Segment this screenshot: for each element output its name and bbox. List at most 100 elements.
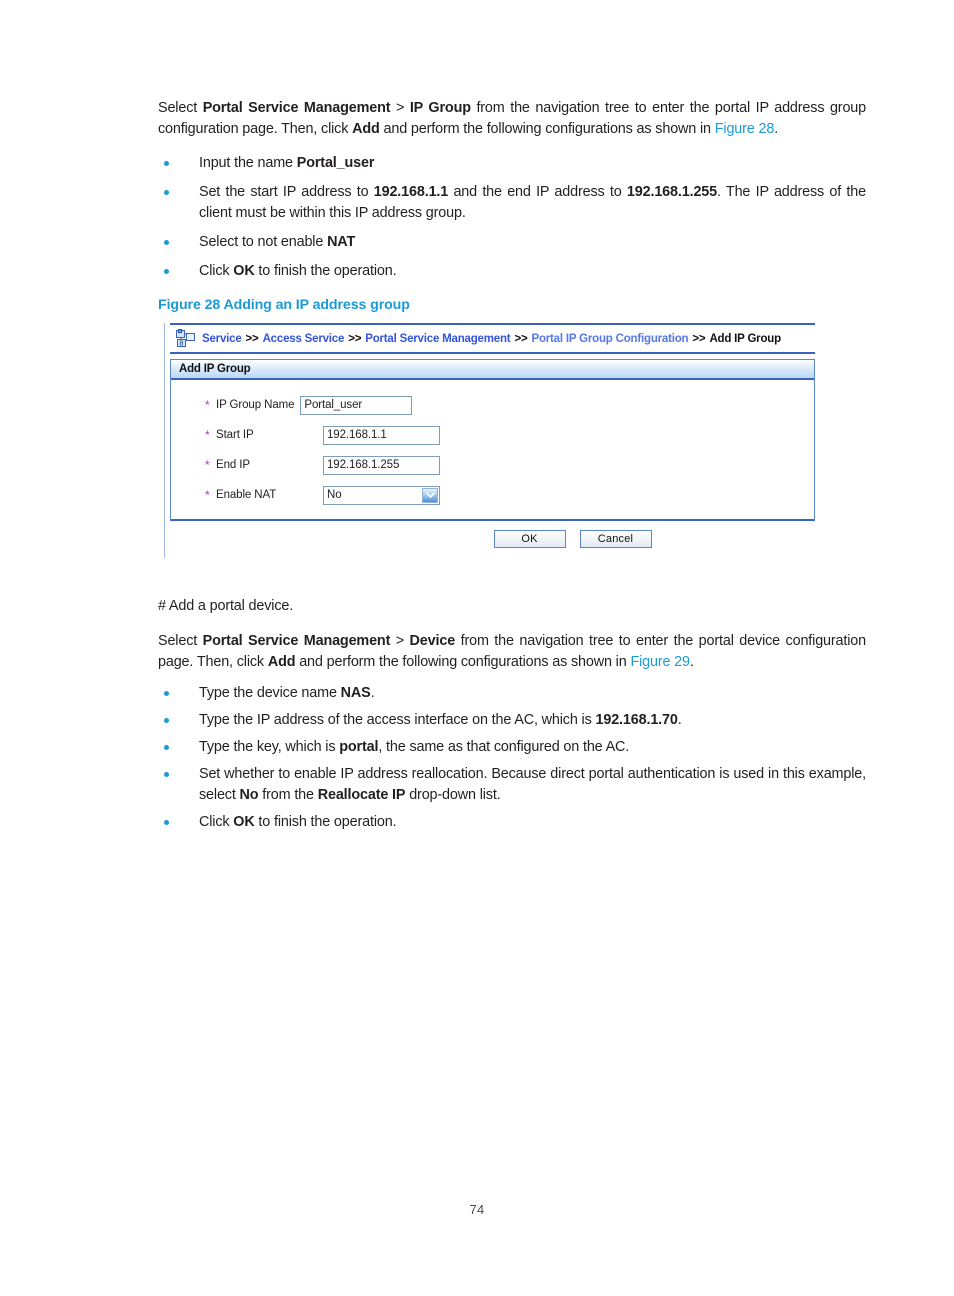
- plain-text: .: [677, 712, 682, 728]
- breadcrumb-text: Service >> Access Service >> Portal Serv…: [202, 333, 781, 345]
- enable-nat-select[interactable]: No: [323, 485, 440, 505]
- bullet-icon: [164, 820, 169, 825]
- required-asterisk: *: [205, 428, 210, 442]
- emphasis-text: Portal_user: [296, 155, 375, 171]
- breadcrumb-item-service[interactable]: Service: [202, 333, 242, 345]
- list-item: Select to not enable NAT: [158, 232, 866, 253]
- field-row-ip-group-name: * IP Group Name: [171, 390, 814, 420]
- chevron-down-icon[interactable]: [422, 487, 438, 503]
- emphasis-text: OK: [233, 814, 255, 830]
- field-label-end-ip: End IP: [216, 459, 250, 471]
- ip-group-name-input[interactable]: [300, 395, 413, 415]
- list-item: Click OK to finish the operation.: [158, 261, 866, 282]
- page-content: Select Portal Service Management > IP Gr…: [158, 98, 866, 833]
- device-gt-1: >: [390, 633, 410, 649]
- list-item: Type the IP address of the access interf…: [158, 710, 866, 731]
- intro-gt-1: >: [390, 100, 410, 116]
- bullet-list-top: Input the name Portal_user Set the start…: [158, 153, 866, 282]
- breadcrumb-item-portal-ip-group-configuration[interactable]: Portal IP Group Configuration: [531, 333, 688, 345]
- panel-title: Add IP Group: [179, 363, 251, 375]
- figure-28-caption: Figure 28 Adding an IP address group: [158, 297, 410, 313]
- bullet-text-b1: Type the IP address of the access interf…: [199, 712, 682, 728]
- figure-28-crossref[interactable]: Figure 28: [715, 121, 775, 137]
- bullet-icon: [164, 269, 169, 274]
- plain-text: Set the start IP address to: [199, 184, 374, 200]
- emphasis-text: OK: [233, 263, 255, 279]
- page-number: 74: [469, 1202, 485, 1217]
- end-ip-input[interactable]: [323, 455, 440, 475]
- bullet-icon: [164, 240, 169, 245]
- figure-left-rule: [164, 323, 165, 558]
- bullet-icon: [164, 745, 169, 750]
- emphasis-text: NAT: [327, 234, 356, 250]
- list-item: Type the key, which is portal, the same …: [158, 737, 866, 758]
- figure-28-image: 8 Service >> Access Service >> Portal Se…: [158, 323, 866, 558]
- figure-29-crossref[interactable]: Figure 29: [630, 654, 690, 670]
- list-item: Input the name Portal_user: [158, 153, 866, 174]
- list-item: Type the device name NAS.: [158, 683, 866, 704]
- device-bold-device: Device: [409, 633, 456, 649]
- list-item: Set the start IP address to 192.168.1.1 …: [158, 182, 866, 224]
- device-period: .: [689, 654, 694, 670]
- required-asterisk: *: [205, 398, 210, 412]
- breadcrumb-item-add-ip-group: Add IP Group: [709, 332, 781, 345]
- emphasis-text: 192.168.1.255: [626, 184, 718, 200]
- plain-text: Type the key, which is: [199, 739, 340, 755]
- emphasis-text: 192.168.1.1: [373, 184, 449, 200]
- cancel-button[interactable]: Cancel: [579, 530, 652, 548]
- emphasis-text: Reallocate IP: [317, 787, 406, 803]
- intro-bold-ip-group: IP Group: [409, 100, 471, 116]
- bullet-list-bottom: Type the device name NAS. Type the IP ad…: [158, 683, 866, 833]
- bullet-icon: [164, 161, 169, 166]
- start-ip-input[interactable]: [323, 425, 440, 445]
- required-asterisk: *: [205, 458, 210, 472]
- add-portal-device-comment: # Add a portal device.: [158, 598, 294, 614]
- list-item: Click OK to finish the operation.: [158, 812, 866, 833]
- device-tail: and perform the following configurations…: [295, 654, 631, 670]
- bullet-text-2: Select to not enable NAT: [199, 234, 355, 250]
- intro-paragraph: Select Portal Service Management > IP Gr…: [158, 98, 866, 140]
- breadcrumb-item-access-service[interactable]: Access Service: [263, 333, 345, 345]
- bullet-text-b0: Type the device name NAS.: [199, 685, 375, 701]
- breadcrumb-item-portal-service-management[interactable]: Portal Service Management: [365, 333, 510, 345]
- bullet-icon: [164, 190, 169, 195]
- required-asterisk: *: [205, 488, 210, 502]
- breadcrumb-separator: >>: [692, 332, 706, 345]
- intro-bold-add: Add: [352, 121, 380, 137]
- breadcrumb-separator: >>: [348, 332, 362, 345]
- intro-period: .: [774, 121, 779, 137]
- ok-button[interactable]: OK: [493, 530, 566, 548]
- panel-button-row: OK Cancel: [170, 530, 815, 548]
- bullet-text-0: Input the name Portal_user: [199, 155, 374, 171]
- field-label-start-ip: Start IP: [216, 429, 254, 441]
- bullet-icon: [164, 691, 169, 696]
- web-ui-screenshot: 8 Service >> Access Service >> Portal Se…: [170, 323, 815, 558]
- field-row-start-ip: * Start IP: [171, 420, 814, 450]
- enable-nat-selected-value: No: [327, 488, 342, 501]
- svg-text:8: 8: [180, 341, 184, 348]
- field-row-end-ip: * End IP: [171, 450, 814, 480]
- field-row-enable-nat: * Enable NAT No: [171, 480, 814, 510]
- bullet-text-b3: Set whether to enable IP address realloc…: [199, 766, 866, 803]
- plain-text: to finish the operation.: [254, 263, 397, 279]
- plain-text: Input the name: [199, 155, 297, 171]
- intro-prefix: Select: [158, 100, 203, 116]
- plain-text: to finish the operation.: [254, 814, 397, 830]
- intro-bold-portal-service-management: Portal Service Management: [202, 100, 391, 116]
- breadcrumb: 8 Service >> Access Service >> Portal Se…: [170, 323, 815, 354]
- plain-text: from the: [258, 787, 318, 803]
- device-bold-portal-service-management: Portal Service Management: [202, 633, 391, 649]
- panel-body: * IP Group Name * Start IP * End IP: [171, 380, 814, 521]
- emphasis-text: portal: [339, 739, 379, 755]
- bullet-text-1: Set the start IP address to 192.168.1.1 …: [199, 184, 866, 221]
- field-label-enable-nat: Enable NAT: [216, 489, 277, 501]
- breadcrumb-separator: >>: [514, 332, 528, 345]
- bullet-text-3: Click OK to finish the operation.: [199, 263, 397, 279]
- breadcrumb-separator: >>: [245, 332, 259, 345]
- intro-tail: and perform the following configurations…: [379, 121, 715, 137]
- plain-text: and the end IP address to: [448, 184, 627, 200]
- add-ip-group-panel: Add IP Group * IP Group Name * Start IP: [170, 359, 815, 521]
- emphasis-text: 192.168.1.70: [595, 712, 678, 728]
- device-paragraph: Select Portal Service Management > Devic…: [158, 631, 866, 673]
- plain-text: Click: [199, 814, 234, 830]
